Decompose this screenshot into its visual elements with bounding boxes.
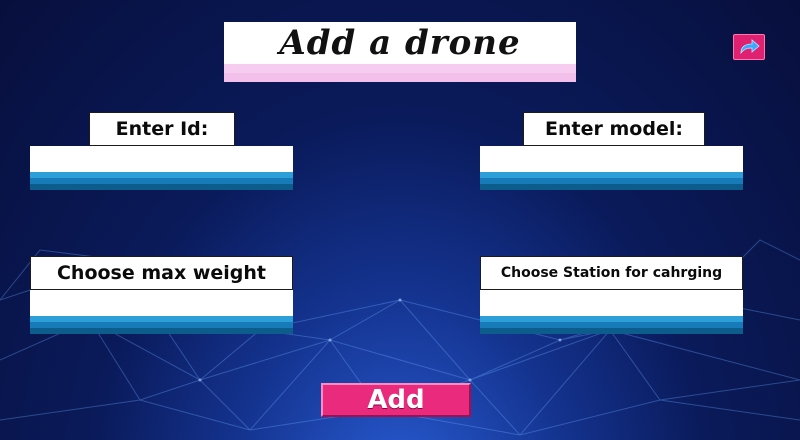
page-title: Add a drone [279,23,521,63]
model-input[interactable] [480,146,743,190]
max-weight-dropdown[interactable] [30,290,293,334]
field-stripe [30,328,293,334]
station-label: Choose Station for cahrging [480,256,743,290]
title-stripe [224,64,576,73]
field-stripe [480,328,743,334]
station-dropdown[interactable] [480,290,743,334]
title-stripe [224,73,576,82]
back-button[interactable] [733,34,765,60]
field-stripe [30,184,293,190]
model-label: Enter model: [523,112,705,146]
title-banner: Add a drone [224,22,576,82]
id-label: Enter Id: [89,112,235,146]
max-weight-label: Choose max weight [30,256,293,290]
id-input[interactable] [30,146,293,190]
redo-arrow-icon [740,39,760,55]
add-button[interactable]: Add [321,383,471,417]
field-stripe [480,184,743,190]
